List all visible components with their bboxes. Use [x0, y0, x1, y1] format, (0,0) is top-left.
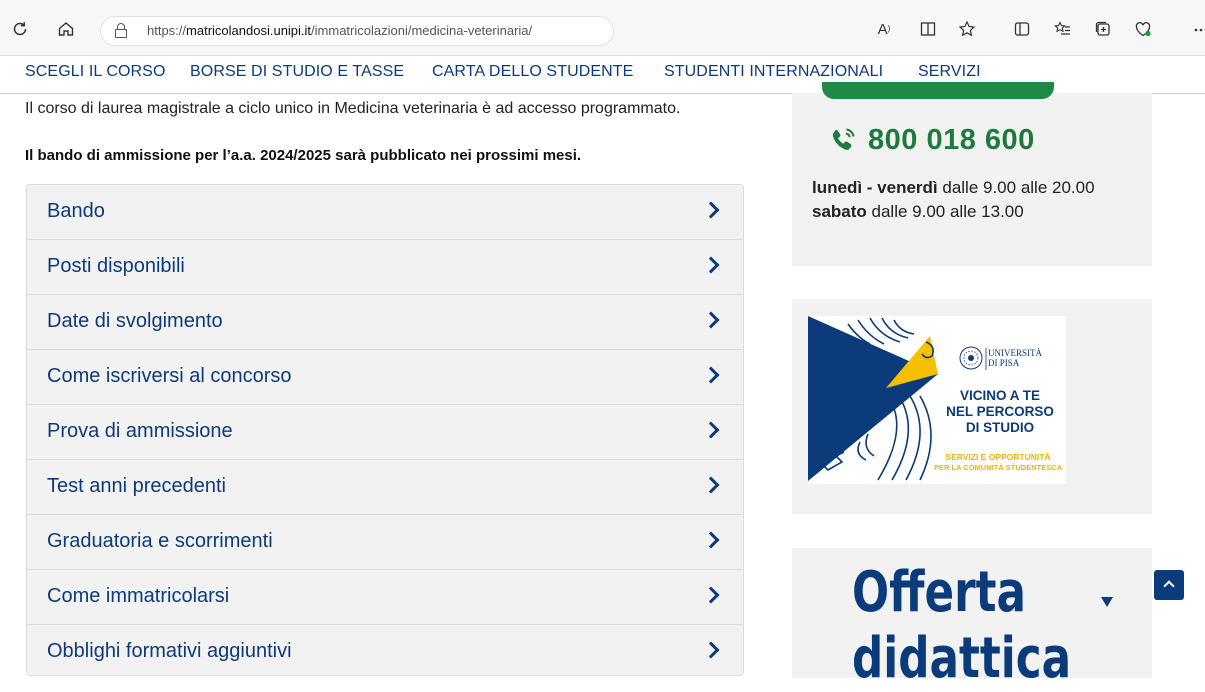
reader-view-icon[interactable]	[918, 19, 938, 39]
accordion-label: Test anni precedenti	[47, 475, 226, 498]
home-icon[interactable]	[56, 19, 76, 39]
accordion-item-come-immatricolarsi[interactable]: Come immatricolarsi	[27, 570, 743, 625]
accordion-item-bando[interactable]: Bando	[27, 185, 743, 240]
chevron-right-icon	[703, 587, 720, 604]
banner-subtitle: SERVIZI E OPPORTUNITÀPER LA COMUNITÀ STU…	[918, 452, 1078, 473]
favorite-star-icon[interactable]	[957, 19, 977, 39]
accordion-label: Bando	[47, 200, 105, 223]
browser-toolbar: https://matricolandosi.unipi.it/immatric…	[0, 0, 1205, 56]
accordion-item-test-anni-precedenti[interactable]: Test anni precedenti	[27, 460, 743, 515]
read-aloud-icon[interactable]: A)	[874, 19, 894, 39]
chevron-right-icon	[703, 257, 720, 274]
accordion-label: Obblighi formativi aggiuntivi	[47, 640, 292, 663]
nav-borse-di-studio[interactable]: BORSE DI STUDIO E TASSE	[190, 63, 404, 81]
chevron-right-icon	[703, 532, 720, 549]
collections-icon[interactable]	[1093, 19, 1113, 39]
chevron-right-icon	[703, 367, 720, 384]
banner-title: VICINO A TENEL PERCORSODI STUDIO	[934, 388, 1066, 436]
chevron-right-icon	[703, 422, 720, 439]
accordion: Bando Posti disponibili Date di svolgime…	[26, 184, 744, 676]
phone-icon	[828, 125, 858, 155]
nav-studenti-internazionali[interactable]: STUDENTI INTERNAZIONALI	[664, 63, 883, 81]
phone-number[interactable]: 800 018 600	[868, 124, 1035, 157]
address-bar[interactable]: https://matricolandosi.unipi.it/immatric…	[100, 16, 614, 46]
hours-saturday: sabato dalle 9.00 alle 13.00	[812, 202, 1024, 222]
accordion-item-come-iscriversi[interactable]: Come iscriversi al concorso	[27, 350, 743, 405]
more-icon[interactable]	[1190, 19, 1205, 39]
chevron-right-icon	[703, 477, 720, 494]
offer-title[interactable]: Offertadidattica	[852, 560, 992, 692]
caret-down-icon[interactable]	[1101, 597, 1113, 607]
accordion-item-date-di-svolgimento[interactable]: Date di svolgimento	[27, 295, 743, 350]
lock-icon[interactable]	[115, 23, 127, 37]
chevron-right-icon	[703, 312, 720, 329]
accordion-item-prova-di-ammissione[interactable]: Prova di ammissione	[27, 405, 743, 460]
chevron-right-icon	[703, 642, 720, 659]
nav-carta-studente[interactable]: CARTA DELLO STUDENTE	[432, 63, 633, 81]
hours-weekdays: lunedì - venerdì dalle 9.00 alle 20.00	[812, 178, 1095, 198]
contact-button[interactable]	[822, 82, 1054, 99]
refresh-icon[interactable]	[10, 19, 30, 39]
accordion-label: Date di svolgimento	[47, 310, 223, 333]
accordion-item-graduatoria[interactable]: Graduatoria e scorrimenti	[27, 515, 743, 570]
admission-notice: Il bando di ammissione per l’a.a. 2024/2…	[25, 147, 581, 164]
phone-row[interactable]: 800 018 600	[828, 122, 1035, 158]
accordion-label: Prova di ammissione	[47, 420, 233, 443]
nav-servizi[interactable]: SERVIZI	[918, 63, 981, 81]
split-screen-icon[interactable]	[1012, 19, 1032, 39]
university-name: UNIVERSITÀDI PISA	[988, 348, 1042, 368]
url-text: https://matricolandosi.unipi.it/immatric…	[147, 23, 532, 38]
accordion-label: Posti disponibili	[47, 255, 185, 278]
favorites-list-icon[interactable]	[1053, 19, 1073, 39]
accordion-label: Graduatoria e scorrimenti	[47, 530, 273, 553]
accordion-item-obblighi-formativi[interactable]: Obblighi formativi aggiuntivi	[27, 625, 743, 676]
accordion-item-posti-disponibili[interactable]: Posti disponibili	[27, 240, 743, 295]
intro-text: Il corso di laurea magistrale a ciclo un…	[25, 100, 680, 118]
nav-scegli-il-corso[interactable]: SCEGLI IL CORSO	[25, 63, 166, 81]
scroll-to-top-button[interactable]	[1154, 570, 1184, 600]
chevron-right-icon	[703, 202, 720, 219]
accordion-label: Come immatricolarsi	[47, 585, 229, 608]
accordion-label: Come iscriversi al concorso	[47, 365, 292, 388]
browser-essentials-icon[interactable]	[1133, 19, 1153, 39]
